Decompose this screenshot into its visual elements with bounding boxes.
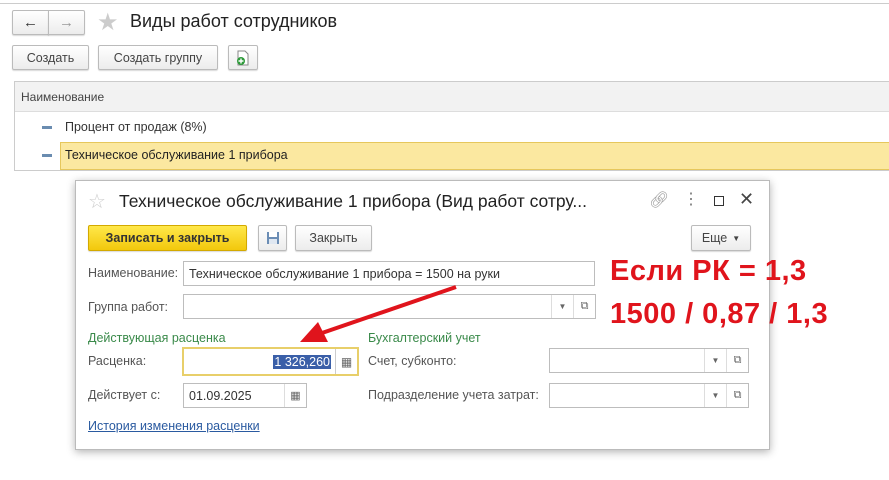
annotation-arrow xyxy=(300,285,457,342)
